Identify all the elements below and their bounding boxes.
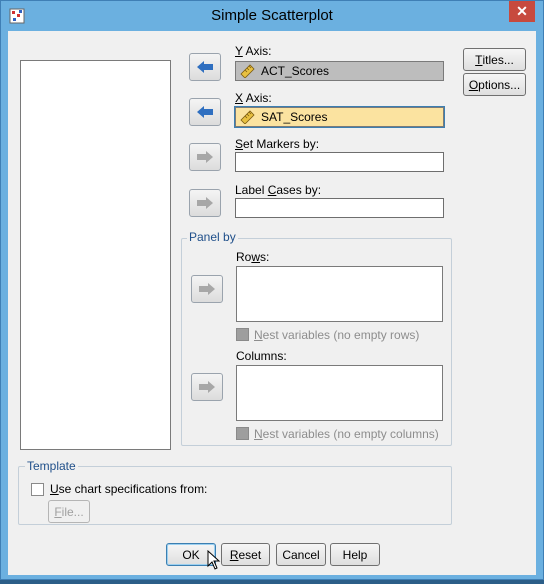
arrow-right-icon — [199, 283, 215, 295]
columns-label: Columns: — [236, 349, 287, 363]
close-button[interactable]: ✕ — [509, 1, 535, 22]
taskbar-strip — [0, 580, 544, 584]
window-title: Simple Scatterplot — [211, 7, 333, 24]
move-to-y-axis-button[interactable] — [189, 53, 221, 81]
scale-ruler-icon — [240, 64, 255, 78]
columns-list[interactable] — [236, 365, 443, 421]
set-markers-field[interactable] — [235, 152, 444, 172]
move-to-set-markers-button[interactable] — [189, 143, 221, 171]
cancel-button[interactable]: Cancel — [276, 543, 326, 566]
use-chart-spec-label: Use chart specifications from: — [50, 482, 208, 496]
move-to-columns-button[interactable] — [191, 373, 223, 401]
arrow-right-icon — [199, 381, 215, 393]
x-axis-label: X Axis: — [235, 91, 272, 105]
reset-button[interactable]: Reset — [221, 543, 270, 566]
rows-list[interactable] — [236, 266, 443, 322]
file-button[interactable]: File... — [48, 500, 90, 523]
set-markers-label: Set Markers by: — [235, 137, 320, 151]
use-chart-spec-checkbox[interactable] — [31, 483, 44, 496]
help-button[interactable]: Help — [330, 543, 380, 566]
dialog-window: Simple Scatterplot ✕ Y Axis: ACT_Scores … — [0, 0, 544, 580]
y-axis-label: Y Axis: — [235, 44, 272, 58]
titles-button[interactable]: Titles... — [463, 48, 526, 71]
x-axis-value: SAT_Scores — [261, 110, 328, 124]
scale-ruler-icon — [240, 110, 255, 124]
move-to-rows-button[interactable] — [191, 275, 223, 303]
nest-columns-checkbox[interactable] — [236, 427, 249, 440]
y-axis-value: ACT_Scores — [261, 64, 330, 78]
move-to-x-axis-button[interactable] — [189, 98, 221, 126]
close-icon: ✕ — [516, 3, 528, 19]
label-cases-label: Label Cases by: — [235, 183, 322, 197]
move-to-label-cases-button[interactable] — [189, 189, 221, 217]
rows-label: Rows: — [236, 250, 270, 264]
arrow-left-icon — [197, 106, 213, 118]
x-axis-field[interactable]: SAT_Scores — [234, 106, 445, 128]
arrow-left-icon — [197, 61, 213, 73]
label-cases-field[interactable] — [235, 198, 444, 218]
options-button[interactable]: Options... — [463, 73, 526, 96]
source-variable-list[interactable] — [20, 60, 171, 450]
nest-columns-label: Nest variables (no empty columns) — [254, 427, 439, 441]
arrow-right-icon — [197, 197, 213, 209]
title-bar[interactable]: Simple Scatterplot ✕ — [1, 1, 543, 31]
panel-by-title: Panel by — [187, 230, 238, 244]
mouse-pointer-icon — [207, 550, 221, 570]
nest-rows-checkbox[interactable] — [236, 328, 249, 341]
arrow-right-icon — [197, 151, 213, 163]
y-axis-field[interactable]: ACT_Scores — [235, 61, 444, 81]
template-title: Template — [25, 459, 78, 473]
dialog-body: Y Axis: ACT_Scores X Axis: SAT_Scores Se… — [8, 31, 536, 575]
nest-rows-label: Nest variables (no empty rows) — [254, 328, 420, 342]
